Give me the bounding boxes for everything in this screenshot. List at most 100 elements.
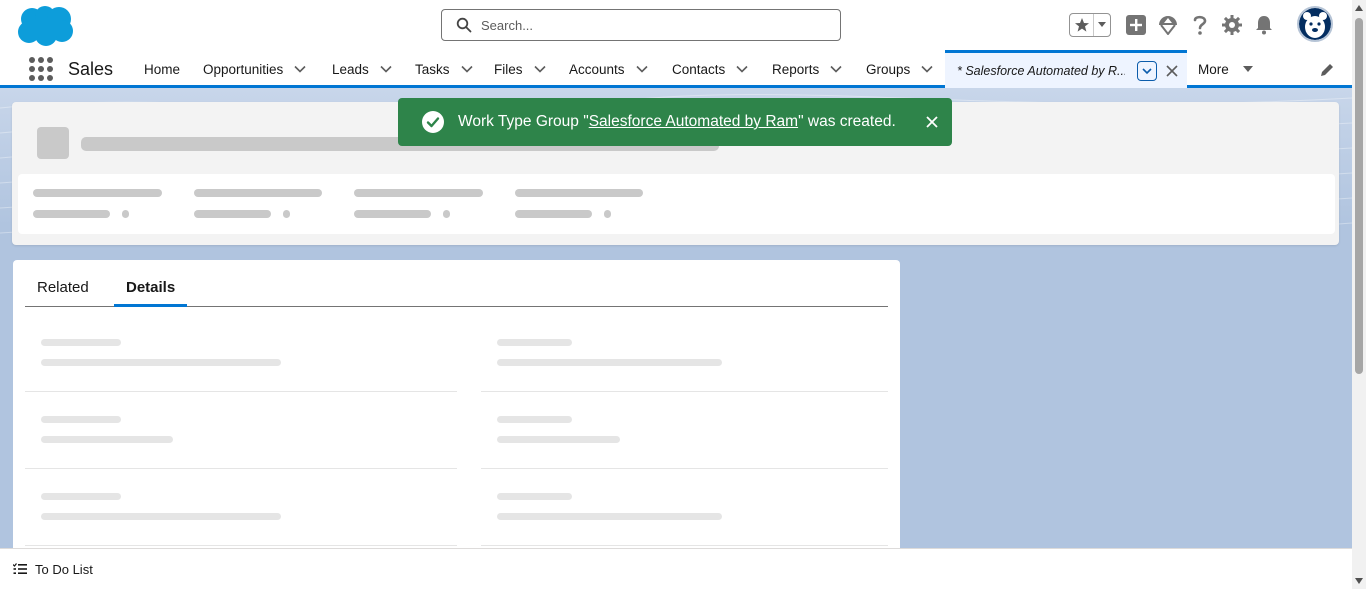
tab-menu-chevron-icon[interactable] bbox=[1137, 60, 1157, 81]
close-tab-icon[interactable] bbox=[1165, 64, 1179, 78]
nav-item-label: Groups bbox=[866, 61, 911, 77]
tab-related[interactable]: Related bbox=[37, 279, 89, 307]
detail-field-value-placeholder bbox=[41, 513, 281, 520]
salesforce-logo[interactable] bbox=[15, 5, 74, 46]
success-check-icon bbox=[422, 111, 444, 133]
nav-more-menu[interactable]: More bbox=[1198, 50, 1253, 88]
close-toast-icon[interactable] bbox=[924, 114, 940, 130]
record-icon-placeholder bbox=[37, 127, 69, 159]
chevron-down-icon[interactable] bbox=[379, 62, 393, 76]
field-divider bbox=[481, 468, 888, 469]
nav-item-label: Reports bbox=[772, 61, 820, 77]
scrollbar-thumb[interactable] bbox=[1355, 18, 1363, 374]
global-search-input[interactable]: Search... bbox=[441, 9, 841, 41]
field-divider bbox=[25, 468, 457, 469]
chevron-down-icon[interactable] bbox=[460, 62, 474, 76]
tab-details-label: Details bbox=[126, 279, 176, 296]
scroll-up-arrow-icon[interactable] bbox=[1355, 4, 1363, 12]
detail-field-value-placeholder bbox=[41, 359, 281, 366]
nav-item-label: Contacts bbox=[672, 61, 726, 77]
nav-item-files[interactable]: Files bbox=[494, 50, 547, 88]
toast-message-suffix: " was created. bbox=[798, 113, 896, 130]
toast-message: Work Type Group "Salesforce Automated by… bbox=[458, 113, 896, 131]
user-avatar[interactable] bbox=[1297, 6, 1333, 42]
highlight-field-value-placeholder bbox=[354, 210, 431, 218]
nav-item-home[interactable]: Home bbox=[144, 50, 180, 88]
todo-list-icon bbox=[13, 563, 27, 574]
chevron-down-icon[interactable] bbox=[533, 62, 547, 76]
setup-gear-icon[interactable] bbox=[1221, 14, 1243, 36]
page-scrollbar[interactable] bbox=[1352, 0, 1366, 589]
search-placeholder: Search... bbox=[481, 17, 534, 33]
detail-field-value-placeholder bbox=[41, 436, 173, 443]
highlight-field-dot-placeholder bbox=[283, 210, 290, 218]
highlight-field-label-placeholder bbox=[194, 189, 322, 197]
nav-item-label: Leads bbox=[332, 61, 369, 77]
nav-item-label: Home bbox=[144, 61, 181, 77]
detail-field-value-placeholder bbox=[497, 513, 722, 520]
highlight-field-value-placeholder bbox=[33, 210, 110, 218]
scroll-down-arrow-icon[interactable] bbox=[1355, 577, 1363, 585]
trailhead-icon[interactable] bbox=[1157, 14, 1179, 36]
search-icon bbox=[456, 17, 472, 33]
nav-item-accounts[interactable]: Accounts bbox=[569, 50, 649, 88]
nav-item-contacts[interactable]: Contacts bbox=[672, 50, 749, 88]
highlight-field-label-placeholder bbox=[33, 189, 162, 197]
field-divider bbox=[25, 545, 457, 546]
chevron-down-icon[interactable] bbox=[293, 62, 307, 76]
active-record-tab[interactable]: * Salesforce Automated by R... bbox=[945, 50, 1187, 88]
toast-message-prefix: Work Type Group " bbox=[458, 113, 589, 130]
nav-item-label: Tasks bbox=[415, 61, 450, 77]
header-actions bbox=[1069, 10, 1275, 40]
edit-nav-pencil-icon[interactable] bbox=[1319, 62, 1335, 78]
detail-field-value-placeholder bbox=[497, 359, 722, 366]
detail-field-label-placeholder bbox=[497, 416, 572, 423]
chevron-down-icon[interactable] bbox=[829, 62, 843, 76]
nav-item-leads[interactable]: Leads bbox=[332, 50, 393, 88]
detail-tabset: Related Details bbox=[25, 270, 888, 307]
tab-related-label: Related bbox=[37, 279, 89, 296]
chevron-down-icon[interactable] bbox=[635, 62, 649, 76]
nav-item-label: Files bbox=[494, 61, 523, 77]
highlight-field-label-placeholder bbox=[515, 189, 643, 197]
field-divider bbox=[481, 391, 888, 392]
detail-field-label-placeholder bbox=[41, 416, 121, 423]
utility-bar: To Do List bbox=[0, 548, 1352, 589]
app-navigation-bar: Sales Home Opportunities Leads Tasks Fil… bbox=[0, 50, 1352, 88]
nav-item-opportunities[interactable]: Opportunities bbox=[203, 50, 307, 88]
highlight-field-dot-placeholder bbox=[604, 210, 611, 218]
highlight-field-label-placeholder bbox=[354, 189, 483, 197]
tab-details[interactable]: Details bbox=[114, 279, 188, 307]
highlight-field-dot-placeholder bbox=[122, 210, 129, 218]
detail-field-label-placeholder bbox=[41, 339, 121, 346]
favorites-dropdown-icon[interactable] bbox=[1094, 14, 1110, 36]
highlight-field-value-placeholder bbox=[194, 210, 271, 218]
chevron-down-icon[interactable] bbox=[920, 62, 934, 76]
notifications-bell-icon[interactable] bbox=[1253, 14, 1275, 36]
app-name: Sales bbox=[68, 59, 114, 79]
highlight-fields-panel bbox=[18, 174, 1335, 234]
favorites-button-group bbox=[1069, 13, 1111, 37]
more-label: More bbox=[1198, 61, 1229, 77]
chevron-down-icon[interactable] bbox=[735, 62, 749, 76]
field-divider bbox=[481, 545, 888, 546]
global-header: Search... bbox=[0, 0, 1352, 50]
detail-field-value-placeholder bbox=[497, 436, 620, 443]
detail-field-label-placeholder bbox=[497, 493, 572, 500]
help-icon[interactable] bbox=[1189, 14, 1211, 36]
nav-item-groups[interactable]: Groups bbox=[866, 50, 934, 88]
todo-list-button[interactable]: To Do List bbox=[35, 562, 93, 577]
field-divider bbox=[25, 391, 457, 392]
nav-item-label: Accounts bbox=[569, 61, 625, 77]
nav-item-reports[interactable]: Reports bbox=[772, 50, 843, 88]
global-create-icon[interactable] bbox=[1125, 14, 1147, 36]
highlight-field-value-placeholder bbox=[515, 210, 592, 218]
detail-field-label-placeholder bbox=[41, 493, 121, 500]
app-launcher-icon[interactable] bbox=[29, 57, 53, 81]
toast-record-link[interactable]: Salesforce Automated by Ram bbox=[589, 113, 798, 130]
active-tab-label: * Salesforce Automated by R... bbox=[957, 63, 1125, 78]
nav-item-tasks[interactable]: Tasks bbox=[415, 50, 474, 88]
caret-down-icon bbox=[1242, 65, 1253, 72]
success-toast: Work Type Group "Salesforce Automated by… bbox=[398, 98, 952, 146]
favorites-star-icon[interactable] bbox=[1070, 14, 1094, 36]
